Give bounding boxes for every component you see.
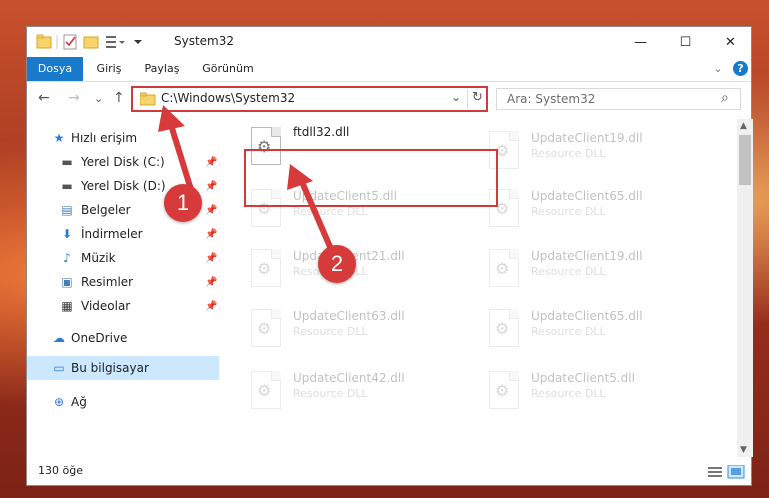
arrow-1 <box>158 105 196 199</box>
step-2-badge: 2 <box>318 245 356 283</box>
step-1-badge: 1 <box>164 184 202 222</box>
annotation-arrows <box>158 105 337 259</box>
arrow-2 <box>287 164 337 259</box>
